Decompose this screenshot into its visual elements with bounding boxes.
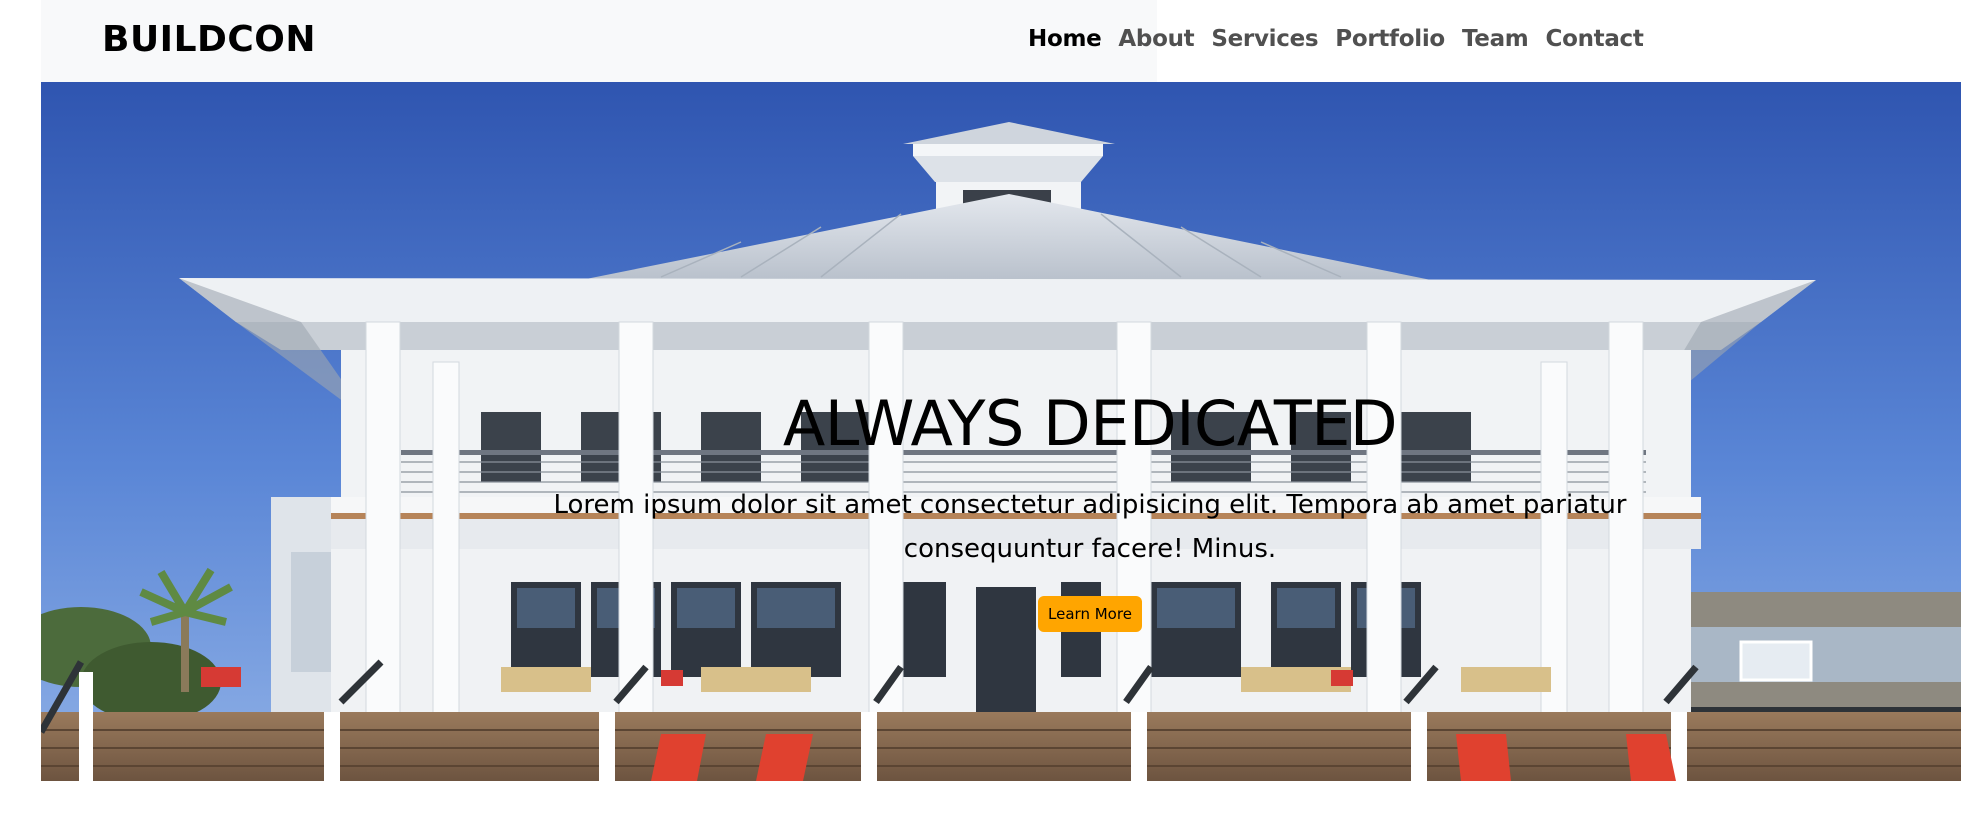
nav-link-team[interactable]: Team [1462,26,1529,52]
nav-link-contact[interactable]: Contact [1545,26,1643,52]
brand-logo[interactable]: BUILDCON [102,19,316,60]
hero-section: ALWAYS DEDICATED Lorem ipsum dolor sit a… [41,82,1961,781]
learn-more-button[interactable]: Learn More [1038,596,1142,633]
nav-link-home[interactable]: Home [1028,26,1102,52]
nav-menu: Home About Services Portfolio Team Conta… [1028,26,1644,52]
hero-description: Lorem ipsum dolor sit amet consectetur a… [553,490,1627,565]
nav-link-about[interactable]: About [1118,26,1194,52]
nav-link-services[interactable]: Services [1211,26,1318,52]
navbar: BUILDCON Home About Services Portfolio T… [41,0,1961,82]
hero-content: ALWAYS DEDICATED Lorem ipsum dolor sit a… [497,387,1683,633]
nav-link-portfolio[interactable]: Portfolio [1335,26,1445,52]
hero-title: ALWAYS DEDICATED [782,387,1398,460]
